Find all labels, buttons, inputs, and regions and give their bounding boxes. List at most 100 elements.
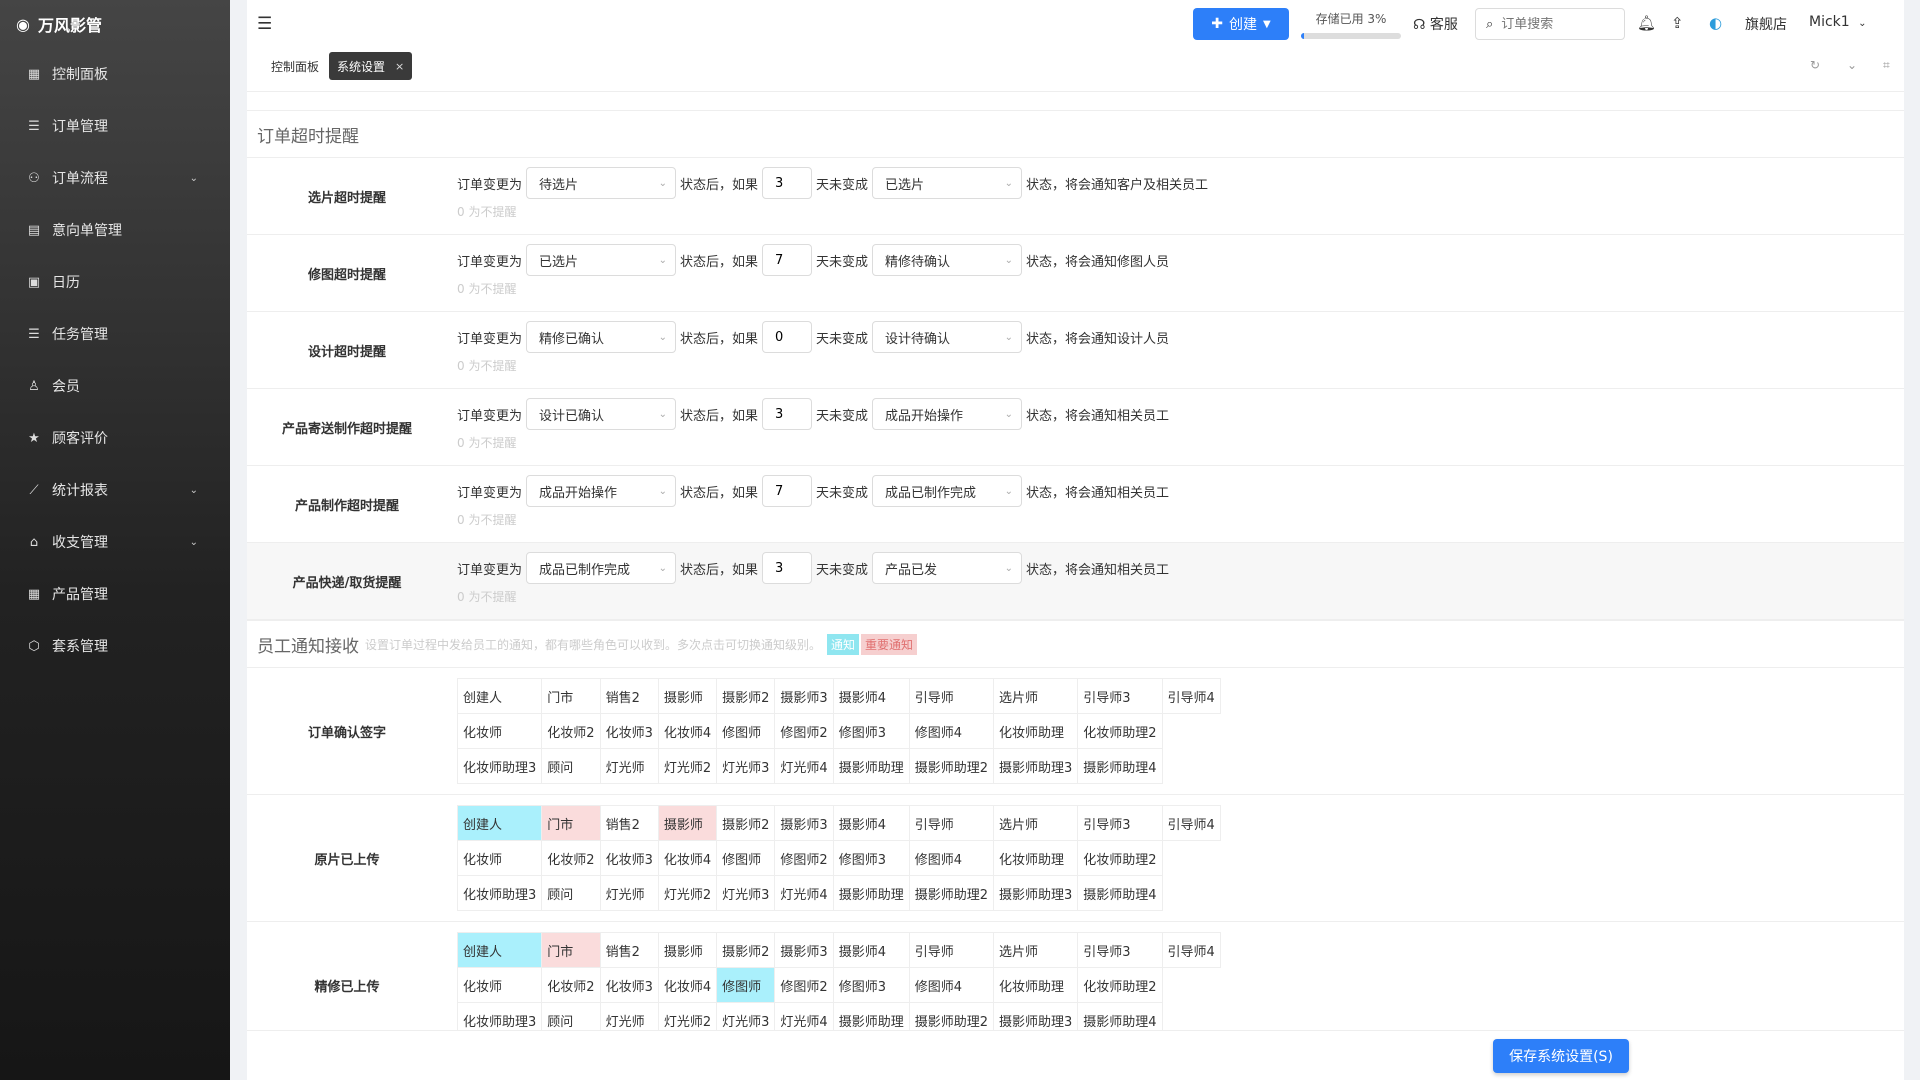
role-toggle[interactable]: 摄影师4 xyxy=(832,932,910,968)
role-toggle[interactable]: 摄影师2 xyxy=(716,805,776,841)
role-toggle[interactable]: 摄影师4 xyxy=(832,678,910,714)
create-button[interactable]: ✚ 创建 ▼ xyxy=(1193,8,1289,40)
to-status-select[interactable]: 设计待确认 ⌄ xyxy=(872,321,1023,353)
role-toggle[interactable]: 化妆师4 xyxy=(657,967,718,1003)
role-toggle[interactable]: 灯光师4 xyxy=(774,1002,834,1030)
role-toggle[interactable]: 修图师 xyxy=(716,967,776,1003)
sidebar-item[interactable]: ★ 顾客评价 xyxy=(0,412,230,464)
role-toggle[interactable]: 引导师 xyxy=(908,805,994,841)
close-icon[interactable]: × xyxy=(395,60,404,73)
role-toggle[interactable]: 引导师3 xyxy=(1077,678,1163,714)
role-toggle[interactable]: 顾问 xyxy=(541,748,601,784)
service-button[interactable]: ☊ 客服 xyxy=(1413,14,1458,34)
role-toggle[interactable]: 修图师3 xyxy=(832,967,910,1003)
role-toggle[interactable]: 灯光师3 xyxy=(716,875,776,911)
role-toggle[interactable]: 化妆师 xyxy=(456,840,543,876)
role-toggle[interactable]: 摄影师助理 xyxy=(832,875,910,911)
role-toggle[interactable]: 顾问 xyxy=(541,1002,601,1030)
role-toggle[interactable]: 摄影师 xyxy=(657,678,718,714)
role-toggle[interactable]: 引导师4 xyxy=(1161,678,1221,714)
days-input[interactable] xyxy=(762,398,813,430)
role-toggle[interactable]: 灯光师3 xyxy=(716,1002,776,1030)
role-toggle[interactable]: 摄影师3 xyxy=(774,678,834,714)
sidebar-item[interactable]: ☰ 订单管理 xyxy=(0,100,230,152)
days-input[interactable] xyxy=(762,475,813,507)
menu-toggle-icon[interactable]: ☰ xyxy=(257,14,272,34)
app-logo[interactable]: ◉ 万风影管 xyxy=(0,0,230,48)
role-toggle[interactable]: 摄影师助理3 xyxy=(992,875,1079,911)
role-toggle[interactable]: 引导师 xyxy=(908,678,994,714)
from-status-select[interactable]: 成品开始操作 ⌄ xyxy=(526,475,677,507)
role-toggle[interactable]: 门市 xyxy=(541,805,601,841)
role-toggle[interactable]: 化妆师助理3 xyxy=(456,748,543,784)
role-toggle[interactable]: 销售2 xyxy=(599,678,659,714)
to-status-select[interactable]: 成品开始操作 ⌄ xyxy=(872,398,1023,430)
role-toggle[interactable]: 灯光师 xyxy=(599,748,659,784)
days-input[interactable] xyxy=(762,321,813,353)
role-toggle[interactable]: 引导师4 xyxy=(1161,932,1221,968)
sidebar-item[interactable]: ⬡ 套系管理 xyxy=(0,620,230,672)
to-status-select[interactable]: 成品已制作完成 ⌄ xyxy=(872,475,1023,507)
search-input[interactable] xyxy=(1501,16,1602,32)
role-toggle[interactable]: 摄影师助理4 xyxy=(1077,1002,1163,1030)
role-toggle[interactable]: 门市 xyxy=(541,678,601,714)
role-toggle[interactable]: 摄影师助理4 xyxy=(1077,748,1163,784)
role-toggle[interactable]: 灯光师4 xyxy=(774,875,834,911)
store-label[interactable]: 旗舰店 xyxy=(1745,14,1787,34)
days-input[interactable] xyxy=(762,552,813,584)
role-toggle[interactable]: 门市 xyxy=(541,932,601,968)
role-toggle[interactable]: 引导师3 xyxy=(1077,805,1163,841)
role-toggle[interactable]: 化妆师3 xyxy=(599,840,659,876)
days-input[interactable] xyxy=(762,244,813,276)
tab-dashboard[interactable]: 控制面板 xyxy=(263,52,327,80)
role-toggle[interactable]: 化妆师助理 xyxy=(992,713,1079,749)
role-toggle[interactable]: 销售2 xyxy=(599,932,659,968)
role-toggle[interactable]: 灯光师3 xyxy=(716,748,776,784)
role-toggle[interactable]: 修图师2 xyxy=(774,840,834,876)
role-toggle[interactable]: 灯光师2 xyxy=(657,875,718,911)
sidebar-item[interactable]: ⚇ 订单流程 ⌄ xyxy=(0,152,230,204)
user-menu[interactable]: Mick1 ⌄ xyxy=(1809,14,1867,30)
role-toggle[interactable]: 化妆师助理 xyxy=(992,967,1079,1003)
role-toggle[interactable]: 选片师 xyxy=(992,805,1079,841)
sidebar-item[interactable]: ▣ 日历 xyxy=(0,256,230,308)
sidebar-item[interactable]: ⌂ 收支管理 ⌄ xyxy=(0,516,230,568)
role-toggle[interactable]: 灯光师4 xyxy=(774,748,834,784)
upload-icon[interactable]: ⇪ xyxy=(1671,14,1684,32)
role-toggle[interactable]: 摄影师助理 xyxy=(832,1002,910,1030)
role-toggle[interactable]: 销售2 xyxy=(599,805,659,841)
role-toggle[interactable]: 修图师2 xyxy=(774,713,834,749)
fullscreen-icon[interactable]: ⌗ xyxy=(1883,58,1890,73)
role-toggle[interactable]: 顾问 xyxy=(541,875,601,911)
role-toggle[interactable]: 化妆师助理2 xyxy=(1077,713,1163,749)
role-toggle[interactable]: 修图师4 xyxy=(908,967,994,1003)
role-toggle[interactable]: 修图师4 xyxy=(908,840,994,876)
role-toggle[interactable]: 摄影师4 xyxy=(832,805,910,841)
role-toggle[interactable]: 化妆师2 xyxy=(541,840,601,876)
days-input[interactable] xyxy=(762,167,813,199)
role-toggle[interactable]: 化妆师 xyxy=(456,967,543,1003)
role-toggle[interactable]: 灯光师 xyxy=(599,1002,659,1030)
role-toggle[interactable]: 摄影师助理2 xyxy=(908,1002,994,1030)
role-toggle[interactable]: 修图师2 xyxy=(774,967,834,1003)
role-toggle[interactable]: 摄影师助理 xyxy=(832,748,910,784)
sidebar-item[interactable]: ☰ 任务管理 xyxy=(0,308,230,360)
role-toggle[interactable]: 引导师4 xyxy=(1161,805,1221,841)
role-toggle[interactable]: 修图师 xyxy=(716,840,776,876)
role-toggle[interactable]: 灯光师 xyxy=(599,875,659,911)
role-toggle[interactable]: 修图师 xyxy=(716,713,776,749)
role-toggle[interactable]: 创建人 xyxy=(456,932,543,968)
to-status-select[interactable]: 已选片 ⌄ xyxy=(872,167,1023,199)
role-toggle[interactable]: 摄影师2 xyxy=(716,932,776,968)
from-status-select[interactable]: 设计已确认 ⌄ xyxy=(526,398,677,430)
tab-system-settings[interactable]: 系统设置 × xyxy=(329,52,413,80)
from-status-select[interactable]: 待选片 ⌄ xyxy=(526,167,677,199)
role-toggle[interactable]: 化妆师 xyxy=(456,713,543,749)
sidebar-item[interactable]: ♙ 会员 xyxy=(0,360,230,412)
to-status-select[interactable]: 精修待确认 ⌄ xyxy=(872,244,1023,276)
sidebar-item[interactable]: ⟋ 统计报表 ⌄ xyxy=(0,464,230,516)
from-status-select[interactable]: 成品已制作完成 ⌄ xyxy=(526,552,677,584)
search-box[interactable]: ⌕ xyxy=(1475,8,1625,40)
role-toggle[interactable]: 选片师 xyxy=(992,678,1079,714)
role-toggle[interactable]: 摄影师助理3 xyxy=(992,748,1079,784)
